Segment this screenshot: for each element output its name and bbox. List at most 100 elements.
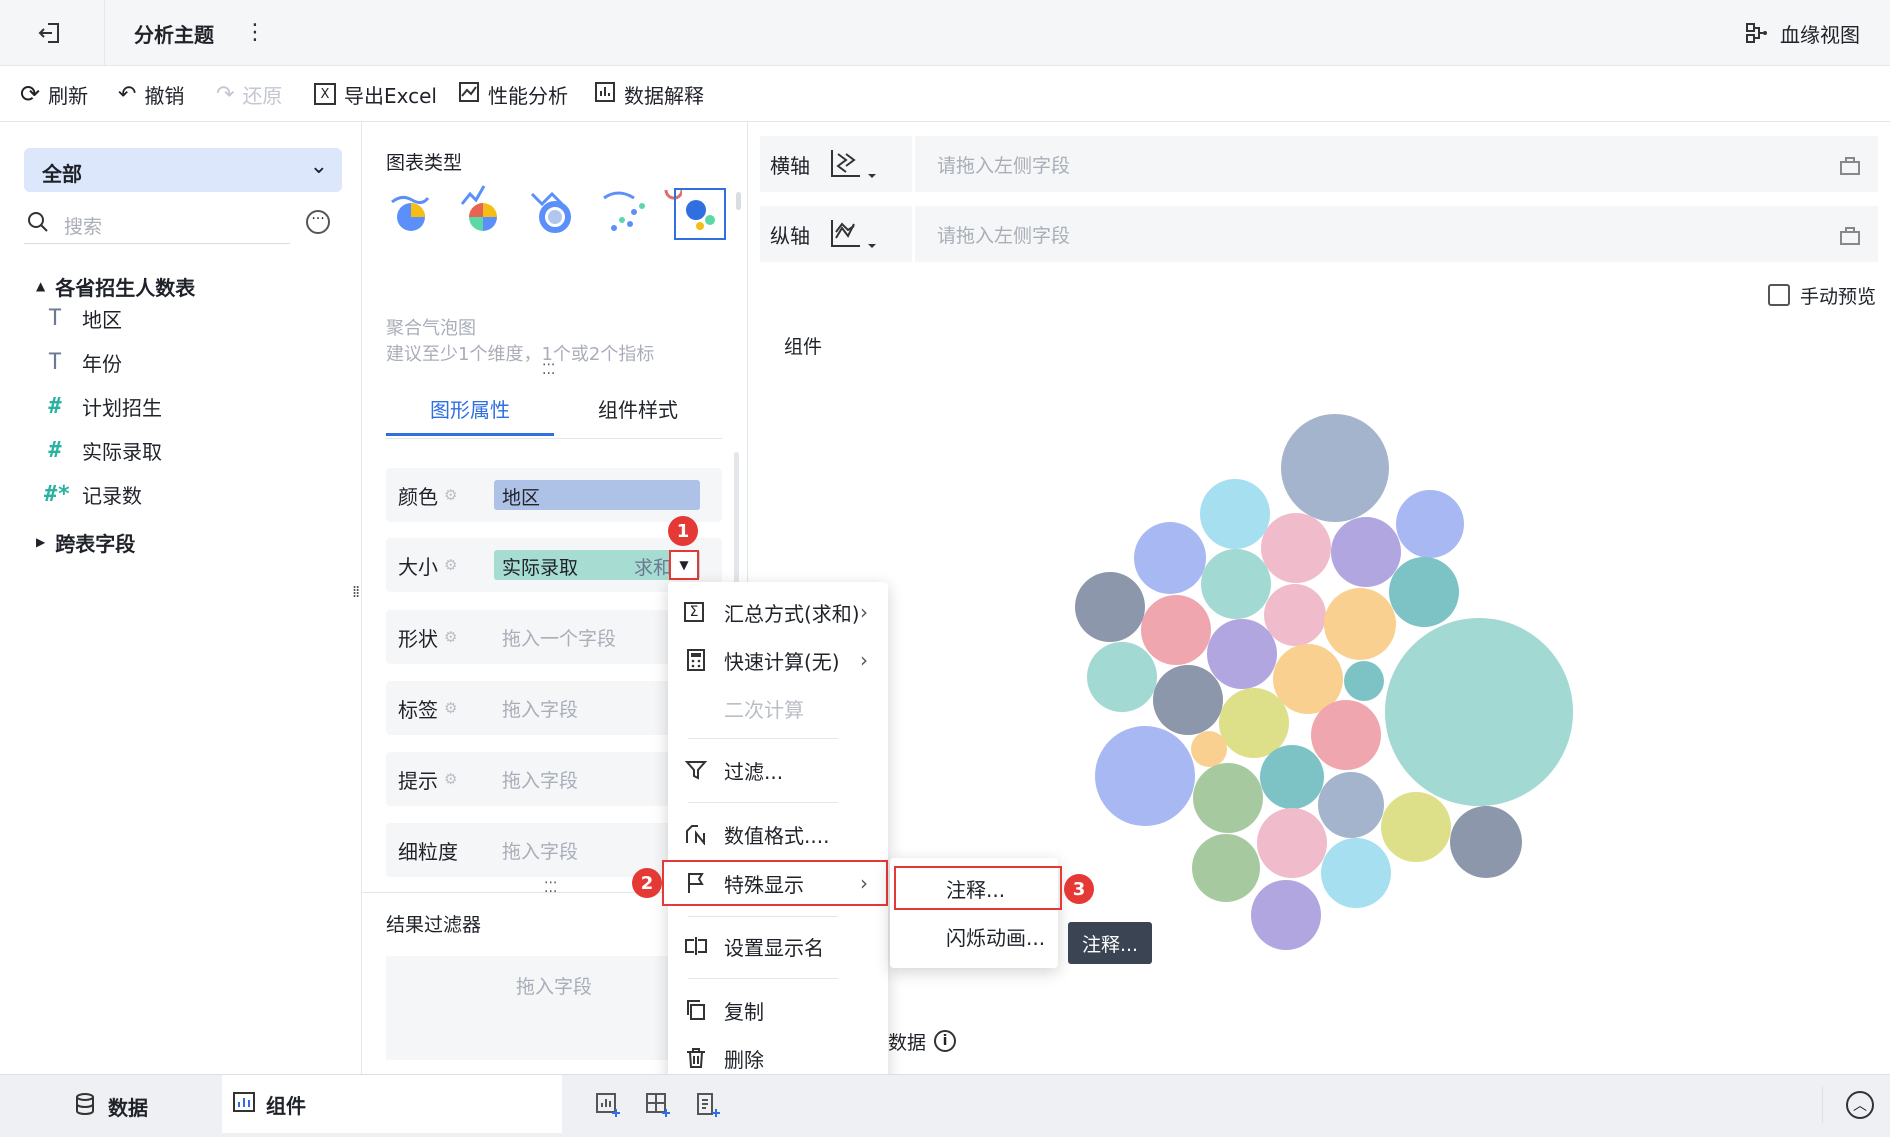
bubble: [1450, 806, 1522, 878]
bubble: [1075, 572, 1145, 642]
color-field-chip[interactable]: 地区: [494, 480, 700, 510]
more-icon[interactable]: ⋮: [244, 18, 266, 48]
bubble: [1389, 557, 1459, 627]
y-axis-dropzone[interactable]: 请拖入左侧字段: [912, 206, 1818, 262]
scatter-chart-option[interactable]: [602, 192, 652, 242]
refresh-button[interactable]: ⟳ 刷新: [20, 66, 88, 122]
lineage-view-label: 血缘视图: [1780, 22, 1860, 47]
tab-component-style[interactable]: 组件样式: [554, 392, 722, 436]
add-component-icon[interactable]: [594, 1091, 622, 1119]
number-format-icon: [684, 822, 708, 846]
bubble: [1324, 588, 1396, 660]
tab-shape-properties[interactable]: 图形属性: [386, 392, 554, 436]
field-item[interactable]: # 实际录取: [44, 430, 162, 470]
scrollbar[interactable]: [736, 192, 741, 210]
tab-data[interactable]: 数据: [0, 1075, 220, 1138]
performance-button[interactable]: 性能分析: [458, 66, 568, 122]
x-axis-type-icon[interactable]: [828, 148, 880, 180]
lineage-view-button[interactable]: 血缘视图: [1744, 0, 1860, 66]
bubble: [1385, 618, 1573, 806]
bubble: [1281, 414, 1389, 522]
menu-item-number-format[interactable]: 数值格式....: [668, 812, 888, 856]
export-excel-button[interactable]: X 导出Excel: [314, 66, 437, 122]
flag-icon: [684, 871, 708, 895]
calculated-number-icon: #*: [44, 481, 71, 507]
bubble: [1095, 726, 1195, 826]
menu-item-aggregation[interactable]: Σ 汇总方式(求和) ›: [668, 590, 888, 634]
result-filter-title: 结果过滤器: [386, 914, 482, 936]
donut-chart-option[interactable]: [530, 192, 580, 242]
menu-item-blink-animation[interactable]: 闪烁动画...: [890, 914, 1058, 958]
gear-icon[interactable]: ⚙: [444, 628, 457, 646]
gear-icon[interactable]: ⚙: [444, 699, 457, 717]
gear-icon[interactable]: ⚙: [444, 770, 457, 788]
field-item[interactable]: T 年份: [44, 342, 122, 382]
add-dashboard-icon[interactable]: [644, 1091, 672, 1119]
bubble: [1331, 517, 1401, 587]
top-bar: 分析主题 ⋮ 血缘视图: [0, 0, 1890, 66]
field-item[interactable]: # 计划招生: [44, 386, 162, 426]
color-property-row[interactable]: 颜色 ⚙ 地区: [386, 468, 722, 522]
bubble: [1261, 513, 1331, 583]
trash-icon: [684, 1046, 708, 1070]
redo-button[interactable]: ↷ 还原: [216, 66, 282, 122]
chevron-down-icon: ⌄: [309, 154, 328, 179]
bubble: [1260, 745, 1324, 809]
tab-component[interactable]: 组件: [222, 1075, 562, 1133]
rose-chart-option[interactable]: [458, 192, 508, 242]
number-type-icon: #: [48, 393, 62, 419]
manual-preview-toggle[interactable]: 手动预览: [1768, 280, 1876, 310]
add-report-icon[interactable]: [694, 1091, 722, 1119]
lock-icon[interactable]: [1838, 222, 1862, 246]
bubble: [1193, 763, 1263, 833]
step-badge: 1: [668, 516, 698, 546]
menu-item-special-display[interactable]: 特殊显示 ›: [662, 860, 888, 906]
drag-handle[interactable]: ⁚⁚⁚: [544, 880, 557, 896]
bubble: [1257, 808, 1327, 878]
menu-item-annotation[interactable]: 注释...: [894, 866, 1062, 910]
field-item[interactable]: T 地区: [44, 298, 122, 338]
menu-item-secondary-calc[interactable]: 二次计算: [668, 686, 888, 730]
menu-item-copy[interactable]: 复制: [668, 988, 888, 1032]
gear-icon[interactable]: ⚙: [444, 556, 457, 574]
x-axis-row: 横轴 请拖入左侧字段: [760, 136, 1878, 192]
resize-handle[interactable]: ⁞⁞: [352, 582, 360, 601]
performance-icon: [458, 81, 480, 108]
chart-name: 聚合气泡图: [386, 318, 476, 339]
menu-item-set-display-name[interactable]: 设置显示名: [668, 924, 888, 968]
bubble-chart-icon: [686, 200, 715, 230]
number-type-icon: #: [48, 437, 62, 463]
annotation-tooltip: 注释...: [1068, 922, 1152, 964]
bubble-chart-option-selected[interactable]: [674, 188, 726, 240]
data-explain-button[interactable]: 数据解释: [594, 66, 704, 122]
menu-item-filter[interactable]: 过滤...: [668, 748, 888, 792]
gear-icon[interactable]: ⚙: [444, 486, 457, 504]
search-icon: [26, 210, 50, 239]
more-options-icon[interactable]: ···: [306, 210, 330, 234]
collapse-up-icon[interactable]: ︿: [1846, 1091, 1874, 1119]
search-input[interactable]: 搜索: [64, 212, 102, 239]
sigma-icon: Σ: [684, 602, 704, 622]
lock-icon[interactable]: [1838, 152, 1862, 176]
chart-type-title: 图表类型: [386, 152, 463, 174]
y-axis-type-icon[interactable]: [828, 218, 880, 250]
page-title: 分析主题: [134, 22, 214, 47]
bubble: [1396, 490, 1464, 558]
menu-item-quick-calc[interactable]: 快速计算(无) ›: [668, 638, 888, 682]
rename-icon: [684, 934, 708, 958]
cross-table-header[interactable]: ▶ 跨表字段: [36, 522, 135, 562]
bubble: [1192, 834, 1260, 902]
info-icon[interactable]: i: [934, 1030, 957, 1052]
drag-handle[interactable]: ⁚⁚⁚: [542, 362, 555, 378]
field-item[interactable]: #* 记录数: [44, 474, 142, 514]
x-axis-dropzone[interactable]: 请拖入左侧字段: [912, 136, 1818, 192]
scope-select[interactable]: 全部 ⌄: [24, 148, 342, 192]
undo-button[interactable]: ↶ 撤销: [118, 66, 184, 122]
size-field-dropdown-button[interactable]: ▼: [669, 550, 699, 580]
search-field[interactable]: 搜索: [24, 206, 290, 244]
field-context-menu: Σ 汇总方式(求和) › 快速计算(无) › 二次计算 过滤... 数值格式..…: [662, 582, 888, 1090]
pie-chart-option[interactable]: [386, 192, 436, 242]
exit-icon[interactable]: [36, 18, 66, 48]
bubble: [1200, 479, 1270, 549]
checkbox[interactable]: [1768, 284, 1790, 306]
